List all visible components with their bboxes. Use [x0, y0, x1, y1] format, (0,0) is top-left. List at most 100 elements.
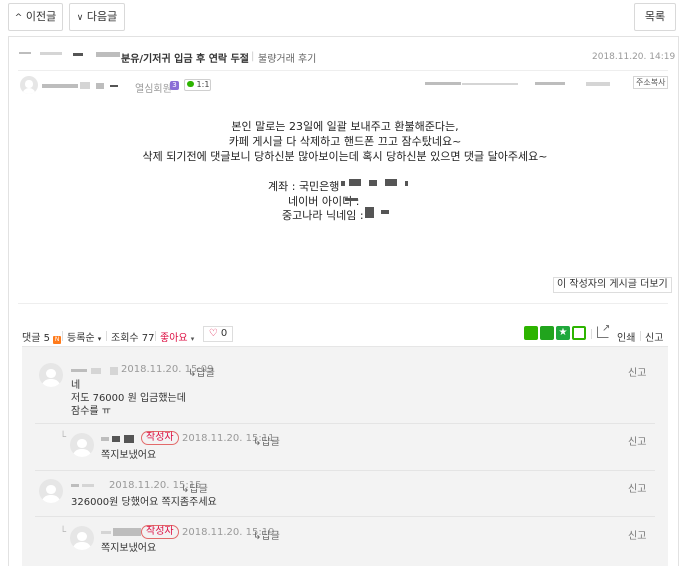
comment-reply-button[interactable]: ↳답글 — [253, 433, 280, 448]
redacted-commenter-name — [91, 368, 101, 374]
redacted-account-number — [405, 181, 408, 186]
reply-label: 답글 — [261, 531, 280, 542]
sort-dropdown[interactable]: 등록순 ▾ — [67, 329, 101, 344]
comments-count: 5 — [43, 333, 50, 344]
comment-reply-button[interactable]: ↳답글 — [181, 480, 208, 495]
share-line-icon[interactable] — [524, 326, 538, 340]
comment-line: 326000원 당했어요 쪽지좀주세요 — [71, 497, 217, 508]
comments-count-area[interactable]: 댓글 5 N — [22, 329, 62, 344]
redacted-post-url — [586, 82, 610, 86]
redacted-commenter-name[interactable] — [71, 369, 87, 372]
redacted-commenter-name[interactable] — [101, 437, 109, 441]
comment-avatar[interactable] — [70, 526, 94, 550]
redacted-naver-id — [345, 198, 358, 201]
chevron-up-icon: ^ — [14, 13, 23, 23]
body-divider — [18, 303, 668, 304]
comments-label: 댓글 — [22, 333, 41, 344]
heart-count: 0 — [220, 328, 228, 339]
toolbar-sep — [591, 329, 592, 339]
redacted-author-name — [96, 83, 104, 89]
next-post-label: 다음글 — [86, 10, 118, 23]
reply-indent-icon: └ — [60, 527, 67, 538]
toolbar-sep — [62, 331, 63, 341]
redacted-joonggo-nick — [365, 207, 374, 218]
views-label: 조회수 — [111, 333, 139, 344]
body-line-2: 카페 게시글 다 삭제하고 핸드폰 끄고 잠수탔네요~ — [228, 135, 462, 148]
comment-line: 잠수를 ㅠ — [71, 406, 111, 417]
share-arrow-icon: ↗ — [602, 323, 611, 334]
share-band-icon[interactable] — [540, 326, 554, 340]
comment-avatar[interactable] — [39, 363, 63, 387]
list-button[interactable]: 목록 — [634, 3, 676, 31]
redacted-commenter-name — [113, 528, 141, 536]
comment-reply-button[interactable]: ↳답글 — [188, 364, 215, 379]
chevron-down-icon: ∨ — [76, 13, 84, 23]
views-count: 77 — [141, 333, 155, 344]
redacted-commenter-name — [112, 436, 120, 442]
comment-report-button[interactable]: 신고 — [628, 433, 646, 448]
heart-button[interactable]: ♡ 0 — [203, 326, 233, 342]
chat-bubble-icon — [187, 81, 194, 87]
redacted-author-name — [80, 82, 90, 89]
like-label: 좋아요 — [160, 333, 188, 344]
redacted-post-url — [462, 83, 518, 85]
redacted-account-number — [385, 179, 397, 186]
redacted-account-number — [341, 181, 345, 186]
next-post-button[interactable]: ∨ 다음글 — [69, 3, 125, 31]
comment-report-button[interactable]: 신고 — [628, 364, 646, 379]
header-divider — [18, 70, 668, 71]
writer-badge: 작성자 — [141, 431, 179, 445]
copy-address-button[interactable]: 주소복사 — [633, 76, 669, 89]
comment-line: 저도 76000 원 입금했는데 — [71, 393, 186, 404]
views-info: 조회수 77 — [111, 329, 155, 344]
title-divider: | — [251, 51, 255, 62]
toolbar-sep — [106, 331, 107, 341]
joonggo-nick-label: 중고나라 닉네임 : — [282, 209, 364, 222]
author-grade: 열심회원 — [135, 84, 172, 95]
comment-report-button[interactable]: 신고 — [628, 480, 646, 495]
comment-divider — [35, 470, 655, 471]
author-avatar[interactable] — [20, 76, 38, 94]
new-badge: N — [53, 336, 62, 344]
redacted-joonggo-nick — [381, 210, 389, 214]
print-button[interactable]: 인쇄 — [617, 329, 635, 344]
grade-badge: 3 — [170, 81, 179, 90]
toolbar-sep — [155, 331, 156, 341]
redacted-cafe-name — [96, 52, 120, 57]
redacted-account-number — [349, 179, 361, 186]
report-post-button[interactable]: 신고 — [645, 329, 663, 344]
redacted-commenter-name[interactable] — [101, 531, 111, 534]
post-date: 2018.11.20. 14:19 — [592, 52, 676, 62]
redacted-author-name — [110, 85, 118, 87]
body-line-3: 삭제 되기전에 댓글보니 당하신분 많아보이는데 혹시 당하신분 있으면 댓글 … — [142, 150, 548, 163]
redacted-cafe-name — [40, 52, 62, 55]
share-blog-icon[interactable] — [572, 326, 586, 340]
reply-indent-icon: └ — [60, 432, 67, 443]
writer-badge: 작성자 — [141, 525, 179, 539]
reply-label: 답글 — [189, 484, 208, 495]
redacted-commenter-name — [82, 484, 94, 487]
redacted-commenter-name — [124, 435, 134, 443]
share-bookmark-icon[interactable]: ★ — [556, 326, 570, 340]
sort-label: 등록순 — [67, 333, 95, 344]
comment-divider — [35, 423, 655, 424]
redacted-commenter-name — [110, 367, 118, 375]
reply-label: 답글 — [261, 437, 280, 448]
comment-line: 쪽지보냈어요 — [101, 450, 157, 461]
more-posts-label: 이 작성자의 게시글 더보기 — [557, 279, 668, 290]
caret-down-icon: ▾ — [190, 335, 195, 343]
redacted-author-name[interactable] — [42, 84, 78, 88]
prev-post-label: 이전글 — [25, 10, 57, 23]
like-dropdown[interactable]: 좋아요 ▾ — [160, 329, 194, 344]
chat-button[interactable]: 1:1 — [184, 79, 211, 91]
comment-report-button[interactable]: 신고 — [628, 527, 646, 542]
redacted-commenter-name[interactable] — [71, 484, 79, 487]
prev-post-button[interactable]: ^ 이전글 — [8, 3, 63, 31]
more-posts-button[interactable]: 이 작성자의 게시글 더보기 — [553, 277, 672, 293]
comment-reply-button[interactable]: ↳답글 — [253, 527, 280, 542]
post-category[interactable]: 불량거래 후기 — [258, 50, 316, 65]
comment-avatar[interactable] — [39, 479, 63, 503]
caret-down-icon: ▾ — [97, 335, 102, 343]
redacted-post-url — [535, 82, 565, 85]
comment-avatar[interactable] — [70, 433, 94, 457]
